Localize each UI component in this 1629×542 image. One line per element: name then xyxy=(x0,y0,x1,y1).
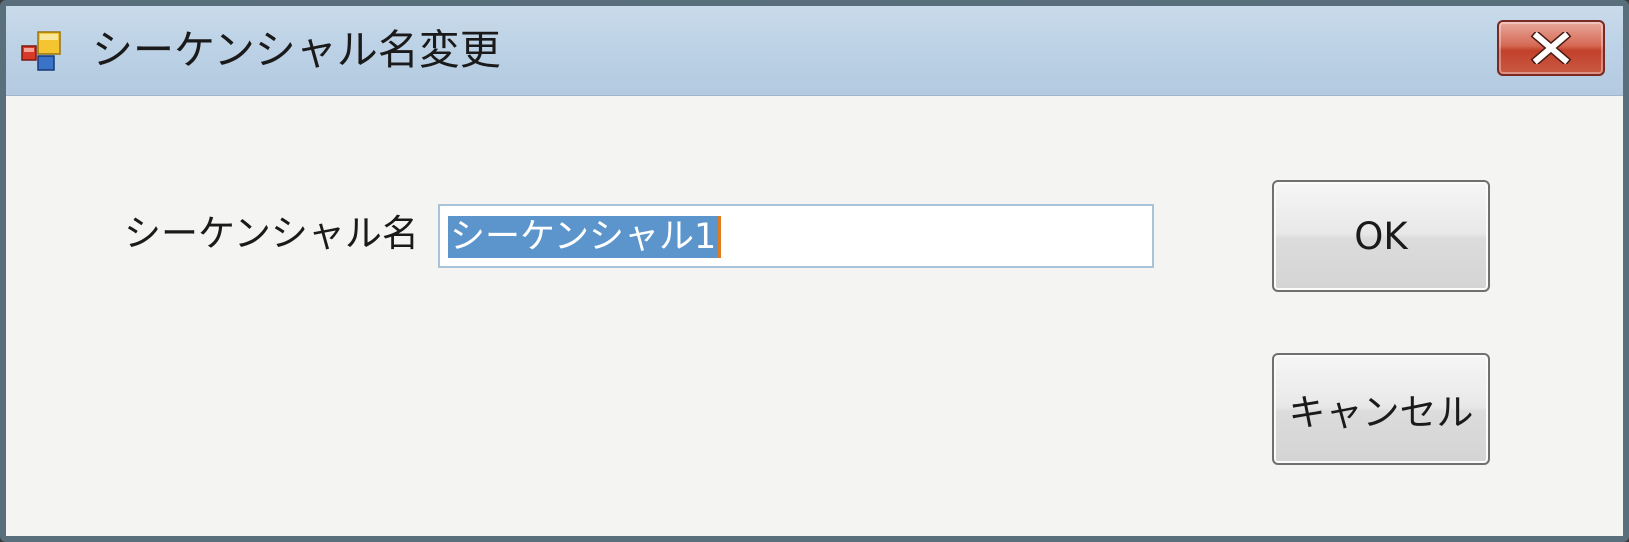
title-bar[interactable]: シーケンシャル名変更 xyxy=(6,6,1623,96)
window-title: シーケンシャル名変更 xyxy=(92,26,501,74)
selected-text: シーケンシャル1 xyxy=(448,216,719,258)
text-caret xyxy=(718,216,721,258)
app-window-icon xyxy=(21,31,61,71)
close-button[interactable] xyxy=(1497,20,1605,76)
rename-dialog: シーケンシャル名変更 シーケンシャル名 シーケンシャル1 OK キャンセル xyxy=(0,0,1629,542)
sequential-name-input[interactable]: シーケンシャル1 xyxy=(438,204,1154,268)
cancel-button[interactable]: キャンセル xyxy=(1272,353,1490,465)
ok-button[interactable]: OK xyxy=(1272,180,1490,292)
close-x-icon xyxy=(1530,32,1572,64)
dialog-body: シーケンシャル名 シーケンシャル1 OK キャンセル xyxy=(6,96,1623,536)
sequential-name-label: シーケンシャル名 xyxy=(124,212,419,255)
